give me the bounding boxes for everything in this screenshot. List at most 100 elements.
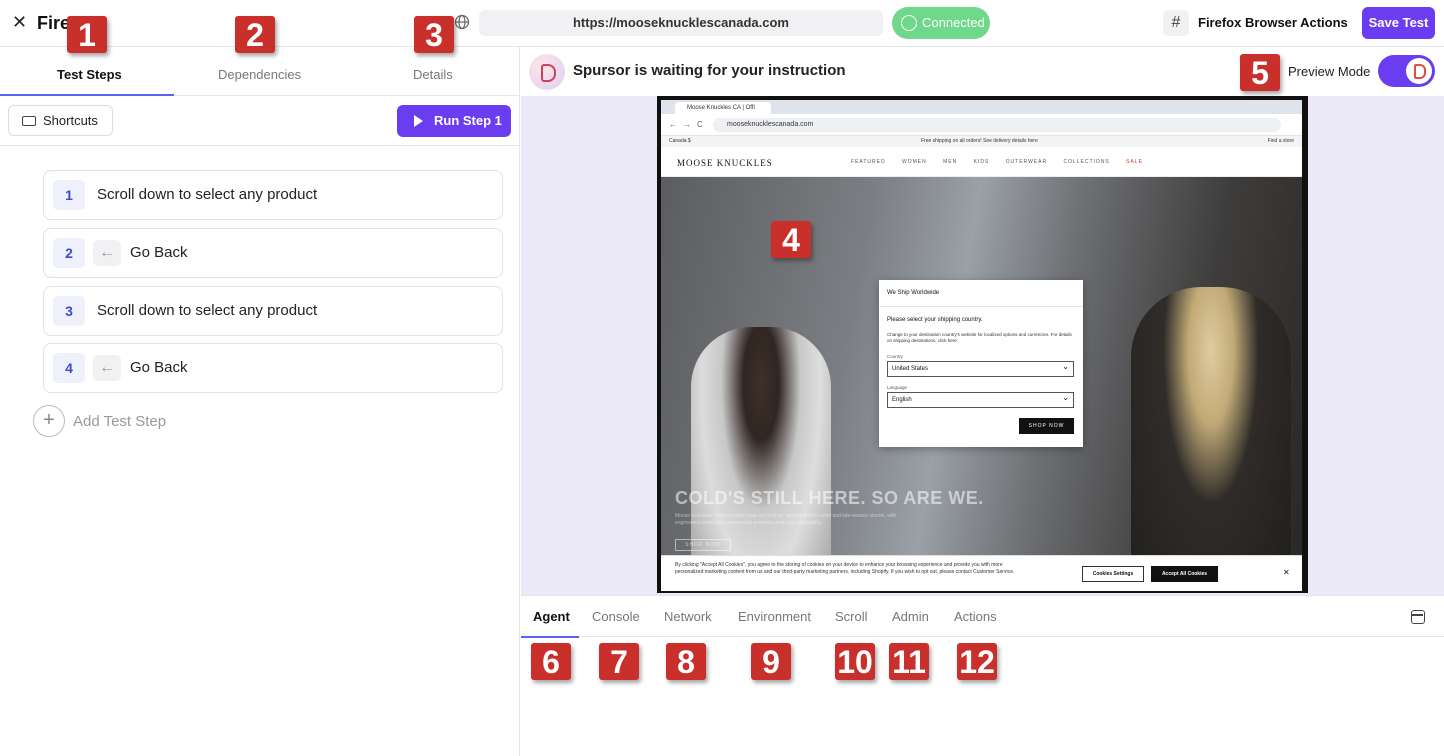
promo-region: Canada $ bbox=[669, 138, 691, 144]
add-test-step-label: Add Test Step bbox=[73, 413, 167, 430]
annotation-badge: 6 bbox=[531, 643, 571, 680]
browser-tab: Moose Knuckles CA | Offi bbox=[675, 102, 771, 114]
shortcuts-label: Shortcuts bbox=[43, 113, 98, 128]
step-text: Scroll down to select any product bbox=[97, 302, 318, 319]
top-bar: ✕ Fire https://mooseknucklescanada.com C… bbox=[0, 0, 1444, 47]
browser-preview-area: Moose Knuckles CA | Offi ←→C mooseknuckl… bbox=[521, 96, 1444, 595]
close-icon[interactable]: ✕ bbox=[12, 12, 27, 33]
site-menu-item: SALE bbox=[1126, 159, 1143, 165]
site-menu-item: FEATURED bbox=[851, 159, 886, 165]
browser-address-row: ←→C mooseknucklescanada.com bbox=[661, 114, 1302, 136]
tab-test-steps[interactable]: Test Steps bbox=[57, 67, 122, 82]
preview-mode-toggle[interactable] bbox=[1378, 55, 1435, 87]
back-arrow-icon: ← bbox=[93, 355, 121, 381]
active-bottom-tab-indicator bbox=[521, 636, 579, 638]
tab-console[interactable]: Console bbox=[592, 609, 640, 624]
bottom-tabs: Agent Console Network Environment Scroll… bbox=[521, 595, 1444, 638]
browser-viewport: Moose Knuckles CA | Offi ←→C mooseknuckl… bbox=[661, 100, 1302, 591]
run-step-button[interactable]: Run Step 1 bbox=[397, 105, 511, 137]
country-select: United States bbox=[887, 360, 1074, 377]
cookie-accept-button: Accept All Cookies bbox=[1151, 566, 1218, 582]
annotation-badge: 3 bbox=[414, 16, 454, 53]
annotation-badge: 1 bbox=[67, 16, 107, 53]
annotation-badge: 5 bbox=[1240, 54, 1280, 91]
site-nav: MOOSE KNUCKLES FEATURED WOMEN MEN KIDS O… bbox=[661, 147, 1302, 177]
modal-title: We Ship Worldwide bbox=[887, 290, 940, 296]
site-menu: FEATURED WOMEN MEN KIDS OUTERWEAR COLLEC… bbox=[851, 159, 1143, 165]
app-title: Fire bbox=[37, 13, 71, 33]
modal-question: Please select your shipping country. bbox=[887, 317, 983, 323]
keyboard-icon bbox=[22, 116, 36, 126]
preview-mode-label: Preview Mode bbox=[1288, 64, 1371, 79]
site-menu-item: WOMEN bbox=[901, 159, 927, 165]
tab-actions[interactable]: Actions bbox=[954, 609, 997, 624]
connected-label: Connected bbox=[922, 15, 985, 30]
site-menu-item: MEN bbox=[943, 159, 958, 165]
tab-dependencies[interactable]: Dependencies bbox=[218, 67, 301, 82]
step-number: 1 bbox=[53, 180, 85, 210]
collapse-panel-icon[interactable] bbox=[1411, 610, 1425, 624]
run-step-label: Run Step 1 bbox=[434, 113, 502, 128]
hero-model-right bbox=[1131, 287, 1291, 591]
tab-agent[interactable]: Agent bbox=[533, 609, 570, 624]
site-promo-bar: Canada $ Free shipping on all orders! Se… bbox=[661, 136, 1302, 147]
shipping-modal: We Ship Worldwide Please select your shi… bbox=[879, 280, 1083, 447]
add-test-step-button[interactable]: + Add Test Step bbox=[33, 405, 333, 439]
left-tabs: Test Steps Dependencies Details bbox=[0, 47, 520, 96]
globe-icon bbox=[454, 14, 470, 30]
browser-screenshot[interactable]: Moose Knuckles CA | Offi ←→C mooseknuckl… bbox=[657, 96, 1308, 593]
promo-find-store: Find a store bbox=[1267, 138, 1294, 144]
steps-toolbar: Shortcuts Run Step 1 bbox=[0, 96, 520, 146]
save-test-button[interactable]: Save Test bbox=[1362, 7, 1435, 39]
hero-shop-button: SHOP NOW bbox=[675, 539, 731, 551]
agent-status-text: Spursor is waiting for your instruction bbox=[573, 62, 846, 79]
step-number: 3 bbox=[53, 296, 85, 326]
back-arrow-icon: ← bbox=[93, 240, 121, 266]
shortcuts-button[interactable]: Shortcuts bbox=[8, 105, 113, 136]
country-label: Country bbox=[887, 354, 903, 359]
hash-icon: # bbox=[1163, 10, 1189, 36]
spursor-logo-icon bbox=[529, 54, 565, 90]
connected-status: Connected bbox=[892, 7, 990, 39]
play-icon bbox=[414, 115, 423, 127]
annotation-badge: 4 bbox=[771, 221, 811, 258]
annotation-badge: 2 bbox=[235, 16, 275, 53]
annotation-badge: 9 bbox=[751, 643, 791, 680]
annotation-badge: 7 bbox=[599, 643, 639, 680]
modal-shop-button: SHOP NOW bbox=[1019, 418, 1074, 434]
modal-description: Change to your destination country's web… bbox=[887, 332, 1072, 343]
modal-divider bbox=[879, 306, 1083, 307]
tab-network[interactable]: Network bbox=[664, 609, 712, 624]
test-step[interactable]: 3 Scroll down to select any product bbox=[43, 286, 503, 336]
cookie-close-icon: ✕ bbox=[1283, 568, 1290, 577]
tab-details[interactable]: Details bbox=[413, 67, 453, 82]
step-number: 2 bbox=[53, 238, 85, 268]
check-circle-icon bbox=[901, 15, 917, 31]
language-select: English bbox=[887, 391, 1074, 408]
tab-scroll[interactable]: Scroll bbox=[835, 609, 868, 624]
site-logo: MOOSE KNUCKLES bbox=[677, 158, 773, 168]
site-menu-item: KIDS bbox=[973, 159, 990, 165]
site-menu-item: COLLECTIONS bbox=[1063, 159, 1110, 165]
cookie-text: By clicking "Accept All Cookies", you ag… bbox=[675, 562, 1015, 575]
promo-text: Free shipping on all orders! See deliver… bbox=[921, 138, 1038, 144]
annotation-badge: 10 bbox=[835, 643, 875, 680]
cookie-banner: By clicking "Accept All Cookies", you ag… bbox=[661, 555, 1302, 591]
agent-status-bar: Spursor is waiting for your instruction … bbox=[521, 47, 1444, 96]
actions-label: Firefox Browser Actions bbox=[1198, 15, 1348, 30]
step-text: Go Back bbox=[130, 244, 188, 261]
test-step[interactable]: 4 ← Go Back bbox=[43, 343, 503, 393]
test-step[interactable]: 2 ← Go Back bbox=[43, 228, 503, 278]
url-bar[interactable]: https://mooseknucklescanada.com bbox=[479, 10, 883, 36]
tab-environment[interactable]: Environment bbox=[738, 609, 811, 624]
plus-icon: + bbox=[33, 405, 65, 437]
step-text: Scroll down to select any product bbox=[97, 186, 318, 203]
annotation-badge: 12 bbox=[957, 643, 997, 680]
cookie-settings-button: Cookies Settings bbox=[1082, 566, 1144, 582]
left-panel: Test Steps Dependencies Details Shortcut… bbox=[0, 47, 520, 756]
browser-address-bar: mooseknucklescanada.com bbox=[713, 118, 1281, 132]
hero-model-left bbox=[691, 327, 831, 591]
tab-admin[interactable]: Admin bbox=[892, 609, 929, 624]
test-step[interactable]: 1 Scroll down to select any product bbox=[43, 170, 503, 220]
toggle-knob bbox=[1406, 58, 1432, 84]
